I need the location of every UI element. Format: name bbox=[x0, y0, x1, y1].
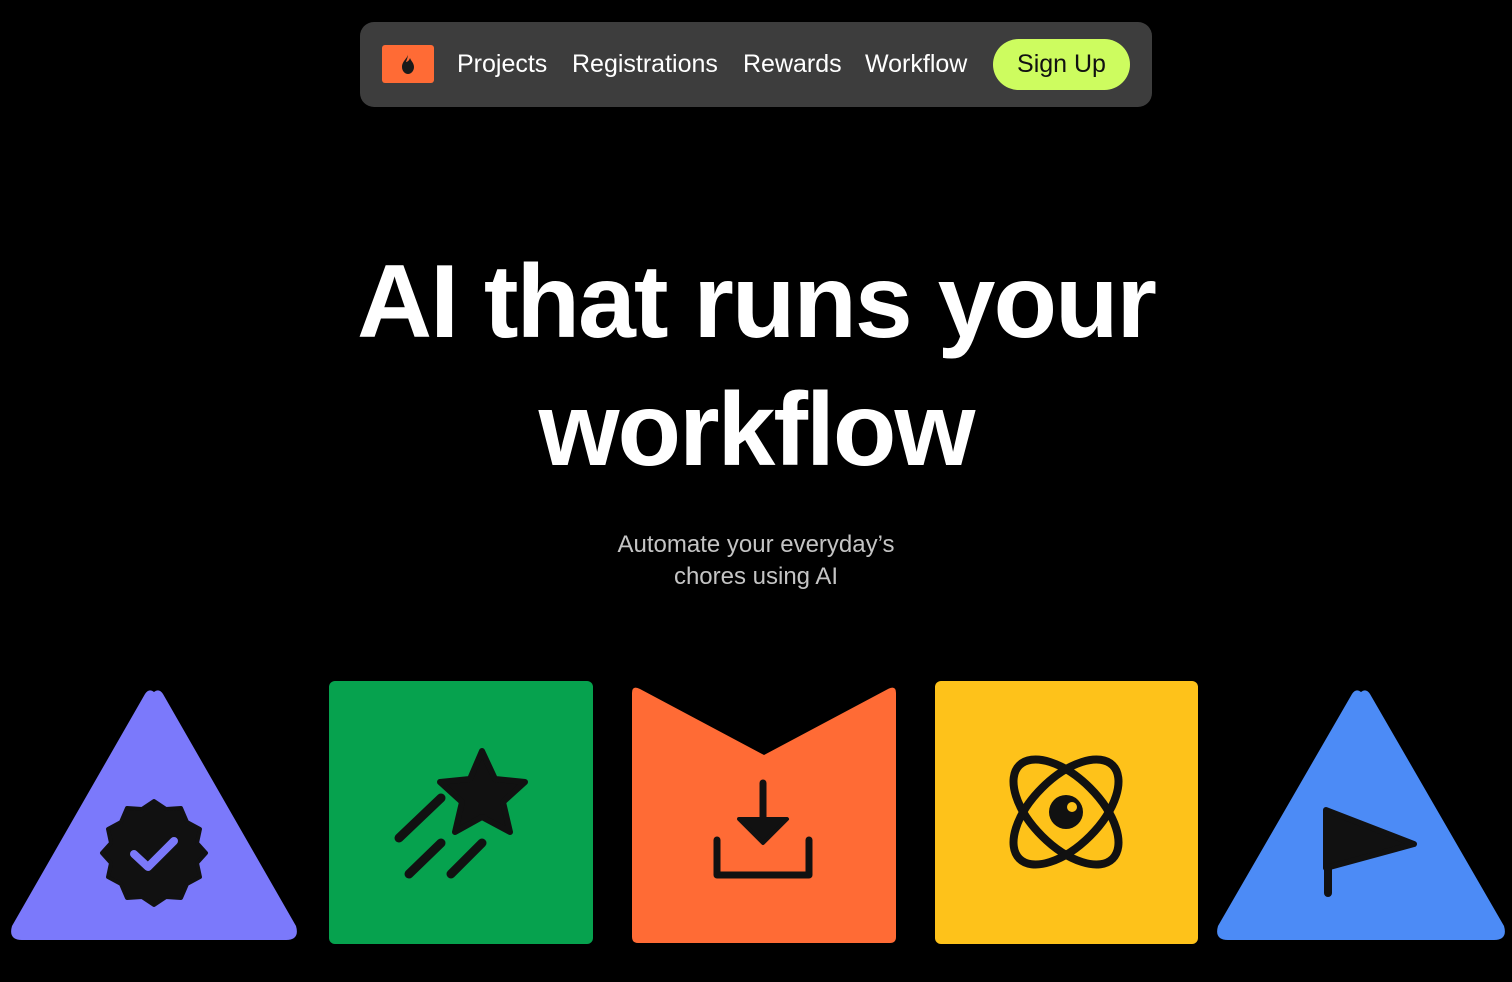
nav-link-workflow[interactable]: Workflow bbox=[865, 22, 967, 107]
hero-subtitle-line2: chores using AI bbox=[673, 563, 839, 590]
hero-subtitle: Automate your everyday’s chores using AI bbox=[0, 529, 1512, 593]
hero-headline: AI that runs your workflow bbox=[0, 238, 1512, 494]
nav-link-registrations[interactable]: Registrations bbox=[572, 22, 718, 107]
sign-up-button[interactable]: Sign Up bbox=[993, 39, 1130, 90]
hero-headline-line1: AI that runs your bbox=[356, 244, 1157, 360]
feature-card-download bbox=[632, 685, 896, 943]
hero-subtitle-line1: Automate your everyday’s bbox=[617, 531, 895, 558]
feature-card-flag bbox=[1214, 686, 1508, 944]
feature-card-atom bbox=[935, 681, 1198, 944]
logo[interactable] bbox=[382, 45, 434, 83]
landing-page: Projects Registrations Rewards Workflow … bbox=[0, 0, 1512, 982]
feature-card-verified bbox=[8, 686, 300, 944]
flame-icon bbox=[402, 54, 414, 74]
nav-link-rewards[interactable]: Rewards bbox=[743, 22, 842, 107]
top-nav-bar: Projects Registrations Rewards Workflow … bbox=[360, 22, 1152, 107]
feature-card-star bbox=[329, 681, 593, 944]
hero-headline-line2: workflow bbox=[538, 372, 976, 488]
nav-link-projects[interactable]: Projects bbox=[457, 22, 547, 107]
